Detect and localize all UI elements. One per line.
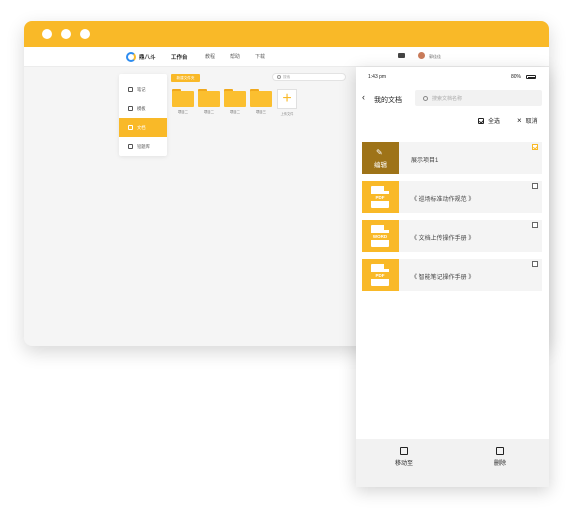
folder-label: 项目三 <box>255 110 267 114</box>
list-item[interactable]: WORD 《 文档上传操作手册 》 <box>362 220 542 252</box>
edit-thumbnail[interactable]: ✎ 编辑 <box>362 142 399 174</box>
logo-text: 鼎八斗 <box>139 55 156 61</box>
folder-icon[interactable] <box>172 89 194 107</box>
file-checkbox[interactable] <box>532 144 538 150</box>
template-icon <box>128 106 133 111</box>
mail-icon[interactable] <box>398 53 405 58</box>
upload-button[interactable]: + <box>277 89 297 109</box>
search-placeholder: 搜索 <box>283 74 291 79</box>
list-item[interactable]: PDF 《 智能笔记操作手册 》 <box>362 259 542 291</box>
sidebar-item-label: 笔记 <box>137 86 146 92</box>
sidebar-item-label: 模板 <box>137 105 146 111</box>
logo[interactable]: 鼎八斗 <box>126 52 156 62</box>
folder-label: 项目二 <box>229 110 241 114</box>
logo-icon <box>126 52 136 62</box>
word-file-icon: WORD <box>362 220 399 252</box>
upload-label: 上传文件 <box>280 112 294 116</box>
folder-icon[interactable] <box>250 89 272 107</box>
file-name: 《 巡场标准动作规范 》 <box>411 197 475 203</box>
sidebar: 笔记 模板 文档 铅题库 <box>119 74 167 156</box>
back-chevron-icon[interactable]: ‹ <box>362 93 365 102</box>
file-type-tag: WORD <box>370 233 390 240</box>
nav-help[interactable]: 帮助 <box>230 53 240 60</box>
search-placeholder: 搜索文档名称 <box>432 95 463 102</box>
file-checkbox[interactable] <box>532 222 538 228</box>
desktop-search-input[interactable]: 搜索 <box>272 73 346 81</box>
move-to-label: 移动至 <box>394 461 413 467</box>
checkbox-icon <box>478 117 484 124</box>
file-checkbox[interactable] <box>532 183 538 189</box>
bottom-action-bar: 移动至 删除 <box>356 439 549 487</box>
cancel-label: 取消 <box>525 119 538 125</box>
window-dot-minimize[interactable] <box>61 29 71 39</box>
file-list: ✎ 编辑 展示项目1 PDF 《 巡场标准动作规范 》 WORD 《 文档上传操… <box>362 142 542 298</box>
trash-icon <box>496 447 504 455</box>
select-all-label: 全选 <box>488 119 501 125</box>
sidebar-item-documents[interactable]: 文档 <box>119 118 167 137</box>
close-icon: × <box>517 115 522 125</box>
window-dot-close[interactable] <box>42 29 52 39</box>
move-folder-icon <box>400 447 408 455</box>
file-name: 展示项目1 <box>411 158 439 164</box>
pdf-file-icon: PDF <box>362 259 399 291</box>
file-type-tag: PDF <box>370 194 390 201</box>
nav-tutorial[interactable]: 教程 <box>205 53 215 60</box>
new-folder-button[interactable]: 新建文件夹 <box>171 74 200 82</box>
window-dot-maximize[interactable] <box>80 29 90 39</box>
battery-percent: 80% <box>511 74 522 80</box>
edit-label: 编辑 <box>374 162 387 169</box>
notes-icon <box>128 87 133 92</box>
sidebar-item-label: 文档 <box>137 124 146 130</box>
selection-toolbar: 全选 × 取消 <box>356 109 549 129</box>
folder-label: 项目二 <box>203 110 215 114</box>
file-checkbox[interactable] <box>532 261 538 267</box>
phone-search-input[interactable]: 搜索文档名称 <box>415 90 542 106</box>
nav-download[interactable]: 下载 <box>255 53 265 60</box>
delete-label: 删除 <box>493 461 506 467</box>
battery-icon <box>526 75 536 79</box>
folder-label: 项目二 <box>177 110 189 114</box>
sidebar-item-notes[interactable]: 笔记 <box>119 80 167 99</box>
window-titlebar <box>24 21 549 47</box>
document-icon <box>128 125 133 130</box>
list-item[interactable]: ✎ 编辑 展示项目1 <box>362 142 542 174</box>
status-time: 1:43 pm <box>368 74 387 80</box>
sidebar-item-label: 铅题库 <box>137 143 150 149</box>
pdf-file-icon: PDF <box>362 181 399 213</box>
file-name: 《 智能笔记操作手册 》 <box>411 275 475 281</box>
select-all-button[interactable]: 全选 <box>478 116 500 125</box>
plus-icon: + <box>282 90 292 107</box>
file-name: 《 文档上传操作手册 》 <box>411 236 475 242</box>
top-nav: 鼎八斗 工作台 教程 帮助 下载 郭佳佳 <box>24 47 549 67</box>
question-bank-icon <box>128 144 133 149</box>
sidebar-item-question-bank[interactable]: 铅题库 <box>119 137 167 156</box>
avatar[interactable] <box>418 52 425 59</box>
search-icon <box>277 75 281 79</box>
folder-icon[interactable] <box>224 89 246 107</box>
cancel-button[interactable]: × 取消 <box>517 116 538 125</box>
move-to-button[interactable]: 移动至 <box>384 447 424 467</box>
nav-workbench[interactable]: 工作台 <box>171 53 188 61</box>
page-title: 我的文档 <box>374 97 402 104</box>
file-type-tag: PDF <box>370 272 390 279</box>
sidebar-item-templates[interactable]: 模板 <box>119 99 167 118</box>
status-bar: 1:43 pm 80% <box>356 67 549 87</box>
phone-header: ‹ 我的文档 搜索文档名称 <box>356 87 549 109</box>
search-icon <box>423 95 428 101</box>
delete-button[interactable]: 删除 <box>480 447 520 467</box>
folder-icon[interactable] <box>198 89 220 107</box>
user-name[interactable]: 郭佳佳 <box>429 54 441 60</box>
list-item[interactable]: PDF 《 巡场标准动作规范 》 <box>362 181 542 213</box>
pen-icon: ✎ <box>376 148 383 157</box>
stage: 鼎八斗 工作台 教程 帮助 下载 郭佳佳 笔记 模板 文档 铅题库 新建文件夹 … <box>0 0 574 509</box>
phone-screen: 1:43 pm 80% ‹ 我的文档 搜索文档名称 全选 × 取消 ✎ 编辑 展… <box>356 67 549 487</box>
